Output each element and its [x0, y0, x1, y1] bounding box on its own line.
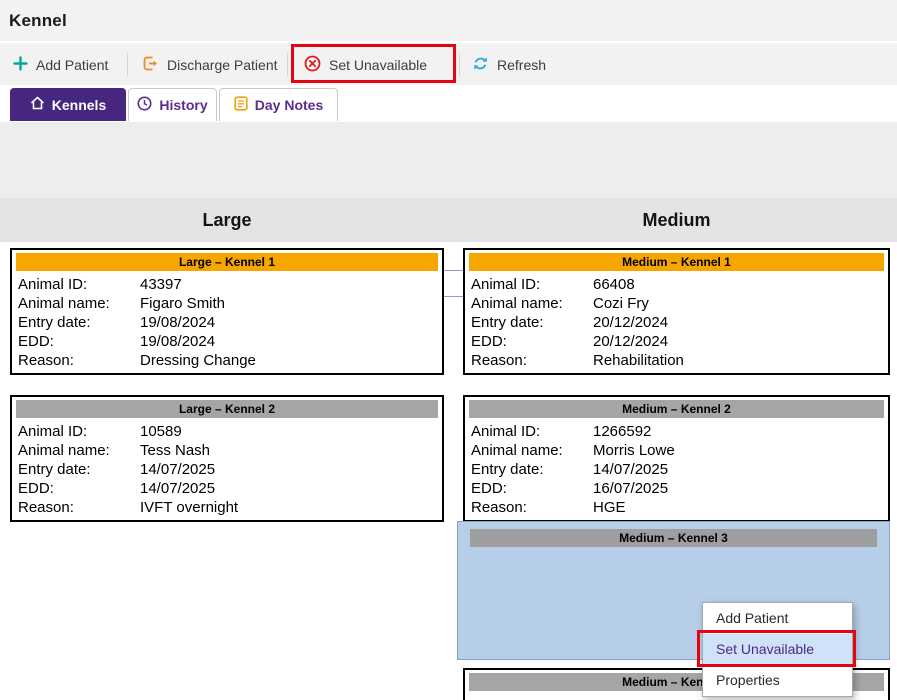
tab-day-notes[interactable]: Day Notes	[219, 88, 338, 121]
field-label: Animal ID:	[18, 423, 88, 440]
entry-date-value: 14/07/2025	[140, 461, 216, 478]
toolbar-divider	[287, 53, 288, 76]
field-label: Entry date:	[471, 314, 544, 331]
field-label: EDD:	[471, 480, 507, 497]
filter-bar: Site Esher SA Ward Kennel	[0, 122, 897, 297]
unavailable-circle-x-icon	[304, 55, 321, 75]
kennel-card-large-1[interactable]: Large – Kennel 1 Animal ID: 43397 Animal …	[10, 248, 444, 375]
animal-name-value: Tess Nash	[140, 442, 211, 459]
title-bar: Kennel	[0, 0, 897, 41]
reason-value: IVFT overnight	[140, 499, 239, 516]
animal-name-value: Cozi Fry	[593, 295, 649, 312]
kennel-card-large-2[interactable]: Large – Kennel 2 Animal ID: 10589 Animal …	[10, 395, 444, 522]
kennel-card-body: Animal ID: 1266592 Animal name: Morris Low…	[465, 421, 888, 517]
animal-id-value: 43397	[140, 276, 182, 293]
set-unavailable-button[interactable]: Set Unavailable	[304, 43, 427, 86]
column-header-band: Large Medium	[0, 198, 897, 242]
column-header-large: Large	[202, 210, 252, 230]
discharge-icon	[142, 55, 159, 75]
kennel-card-body: Animal ID: 66408 Animal name: Cozi Fry Ent…	[465, 274, 888, 370]
edd-value: 20/12/2024	[593, 333, 669, 350]
context-menu-item-properties[interactable]: Properties	[703, 665, 852, 696]
edd-value: 16/07/2025	[593, 480, 669, 497]
tab-day-notes-label: Day Notes	[254, 97, 324, 113]
discharge-patient-label: Discharge Patient	[167, 56, 278, 73]
field-label: EDD:	[18, 333, 54, 350]
discharge-patient-button[interactable]: Discharge Patient	[142, 43, 278, 86]
toolbar-divider	[459, 53, 460, 76]
entry-date-value: 20/12/2024	[593, 314, 669, 331]
tab-kennels-label: Kennels	[51, 96, 107, 113]
animal-id-value: 10589	[140, 423, 182, 440]
field-label: Reason:	[18, 499, 74, 516]
entry-date-value: 14/07/2025	[593, 461, 669, 478]
tab-kennels[interactable]: Kennels	[10, 88, 126, 121]
field-label: Entry date:	[471, 461, 544, 478]
plus-icon	[13, 55, 28, 74]
entry-date-value: 19/08/2024	[140, 314, 216, 331]
kennel-card-title: Large – Kennel 2	[16, 400, 438, 418]
field-label: Entry date:	[18, 314, 91, 331]
tab-history-label: History	[159, 97, 208, 113]
refresh-button[interactable]: Refresh	[472, 43, 546, 86]
kennel-card-title: Large – Kennel 1	[16, 253, 438, 271]
page-title: Kennel	[9, 10, 67, 30]
field-label: Reason:	[471, 352, 527, 369]
kennel-card-body: Animal ID: 10589 Animal name: Tess Nash En…	[12, 421, 442, 517]
field-label: Animal ID:	[471, 423, 541, 440]
kennel-card-title: Medium – Kennel 2	[469, 400, 884, 418]
home-icon	[30, 96, 45, 113]
refresh-icon	[472, 55, 489, 75]
kennel-card-title: Medium – Kennel 1	[469, 253, 884, 271]
add-patient-label: Add Patient	[36, 56, 109, 73]
field-label: Reason:	[18, 352, 74, 369]
animal-id-value: 1266592	[593, 423, 652, 440]
add-patient-button[interactable]: Add Patient	[13, 43, 108, 86]
refresh-label: Refresh	[497, 56, 547, 73]
tab-history[interactable]: History	[128, 88, 217, 121]
field-label: Animal name:	[18, 295, 110, 312]
kennel-card-title: Medium – Kennel 3	[470, 529, 877, 547]
field-label: Entry date:	[18, 461, 91, 478]
field-label: Animal ID:	[471, 276, 541, 293]
toolbar: Add Patient Discharge Patient Set Unavai…	[0, 42, 897, 85]
context-menu-item-add-patient[interactable]: Add Patient	[703, 603, 852, 634]
field-label: EDD:	[18, 480, 54, 497]
field-label: Animal ID:	[18, 276, 88, 293]
context-menu: Add Patient Set Unavailable Properties	[702, 602, 853, 697]
clock-icon	[137, 96, 152, 114]
field-label: EDD:	[471, 333, 507, 350]
kennel-app-window: Kennel Add Patient Discharge Patient Set…	[0, 0, 897, 700]
set-unavailable-label: Set Unavailable	[329, 56, 428, 73]
note-icon	[234, 96, 248, 114]
kennel-card-body: Animal ID: 43397 Animal name: Figaro Smith…	[12, 274, 442, 370]
column-header-medium: Medium	[642, 210, 711, 230]
animal-id-value: 66408	[593, 276, 635, 293]
field-label: Reason:	[471, 499, 527, 516]
kennel-card-medium-1[interactable]: Medium – Kennel 1 Animal ID: 66408 Animal…	[463, 248, 890, 375]
animal-name-value: Morris Lowe	[593, 442, 675, 459]
edd-value: 19/08/2024	[140, 333, 216, 350]
context-menu-item-set-unavailable[interactable]: Set Unavailable	[703, 634, 852, 665]
field-label: Animal name:	[18, 442, 110, 459]
kennel-card-medium-2[interactable]: Medium – Kennel 2 Animal ID: 1266592 Anim…	[463, 395, 890, 522]
reason-value: HGE	[593, 499, 626, 516]
reason-value: Rehabilitation	[593, 352, 684, 369]
field-label: Animal name:	[471, 295, 563, 312]
toolbar-divider	[127, 53, 128, 76]
animal-name-value: Figaro Smith	[140, 295, 226, 312]
edd-value: 14/07/2025	[140, 480, 216, 497]
reason-value: Dressing Change	[140, 352, 256, 369]
field-label: Animal name:	[471, 442, 563, 459]
tabs-row: Kennels History Day Notes	[0, 85, 897, 122]
